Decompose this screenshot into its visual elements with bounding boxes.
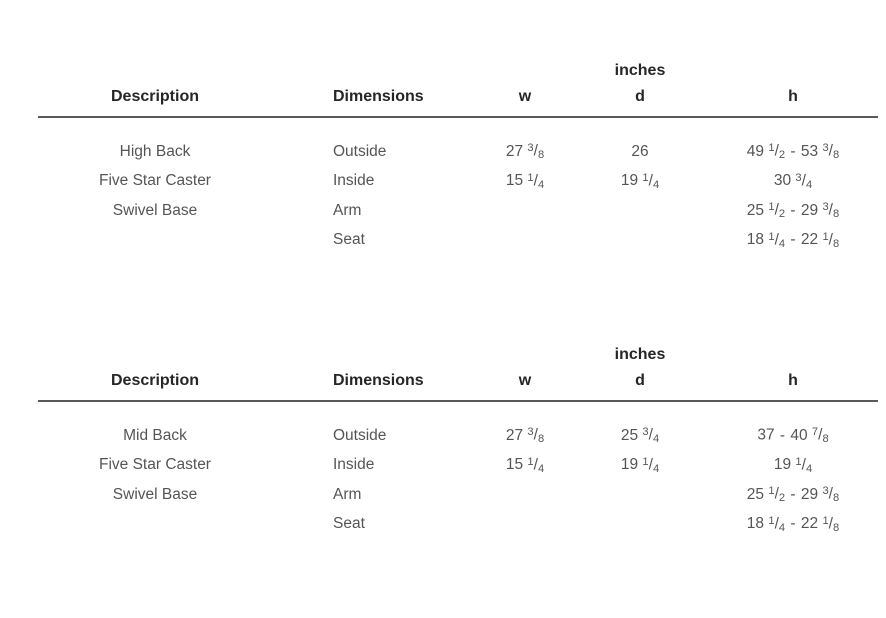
column-header-dimensions: Dimensions — [333, 88, 424, 105]
cell-dimension: Outside — [333, 142, 387, 160]
cell-dimension: Seat — [333, 231, 365, 249]
column-header-w: w — [518, 372, 532, 389]
table-row: Five Star Caster Inside 15 1/4 19 1/4 30 3/4 — [0, 172, 886, 202]
column-header-dimensions: Dimensions — [333, 372, 424, 389]
cell-w: 27 3/8 — [505, 426, 545, 446]
cell-description: Five Star Caster — [99, 456, 211, 474]
table-header-row: Description Dimensions w d h — [0, 372, 886, 400]
table-row: Swivel Base Arm 25 1/2 - 29 3/8 — [0, 201, 886, 231]
range-dash: - — [786, 485, 800, 503]
range-dash: - — [786, 142, 800, 160]
column-header-d: d — [635, 372, 645, 389]
table-header-row: Description Dimensions w d h — [0, 88, 886, 116]
cell-d: 19 1/4 — [620, 455, 660, 475]
cell-h: 19 1/4 — [773, 455, 813, 475]
cell-d: 19 1/4 — [620, 171, 660, 191]
cell-h: 37 - 40 7/8 — [757, 426, 829, 446]
column-header-w: w — [518, 88, 532, 105]
column-header-d: d — [635, 88, 645, 105]
table-body: Mid Back Outside 27 3/8 25 3/4 37 - 40 7/8 Fi… — [0, 402, 886, 544]
range-dash: - — [786, 515, 800, 533]
table-row: Seat 18 1/4 - 22 1/8 — [0, 231, 886, 261]
cell-h: 30 3/4 — [773, 171, 813, 191]
table-body: High Back Outside 27 3/8 26 49 1/2 - 53 3/8 F… — [0, 118, 886, 260]
cell-description: Swivel Base — [112, 201, 198, 219]
cell-dimension: Outside — [333, 426, 387, 444]
cell-w: 27 3/8 — [505, 142, 545, 162]
table-row: Five Star Caster Inside 15 1/4 19 1/4 19 1/4 — [0, 456, 886, 486]
cell-h: 18 1/4 - 22 1/8 — [746, 230, 840, 250]
unit-label: inches — [614, 346, 666, 363]
column-header-description: Description — [110, 372, 199, 389]
unit-row: inches — [0, 346, 886, 372]
cell-h: 25 1/2 - 29 3/8 — [746, 485, 840, 505]
cell-description: Mid Back — [123, 426, 187, 444]
table-row: Swivel Base Arm 25 1/2 - 29 3/8 — [0, 485, 886, 515]
cell-dimension: Arm — [333, 485, 362, 503]
column-header-h: h — [788, 372, 798, 389]
cell-h: 18 1/4 - 22 1/8 — [746, 514, 840, 534]
table-row: Seat 18 1/4 - 22 1/8 — [0, 515, 886, 545]
table-row: High Back Outside 27 3/8 26 49 1/2 - 53 3/8 — [0, 142, 886, 172]
unit-label: inches — [614, 62, 666, 79]
cell-dimension: Seat — [333, 515, 365, 533]
cell-h: 25 1/2 - 29 3/8 — [746, 201, 840, 221]
range-dash: - — [786, 231, 800, 249]
cell-w: 15 1/4 — [505, 171, 545, 191]
column-header-h: h — [788, 88, 798, 105]
cell-dimension: Inside — [333, 172, 375, 190]
unit-row: inches — [0, 62, 886, 88]
range-dash: - — [775, 426, 790, 444]
cell-description: Five Star Caster — [99, 172, 211, 190]
cell-d: 25 3/4 — [620, 426, 660, 446]
cell-description: High Back — [119, 142, 191, 160]
table-row: Mid Back Outside 27 3/8 25 3/4 37 - 40 7/8 — [0, 426, 886, 456]
spec-table-mid-back-chair: inches Description Dimensions w d h Mid Back Ou… — [0, 346, 886, 544]
cell-d: 26 — [631, 142, 649, 160]
cell-dimension: Inside — [333, 456, 375, 474]
spec-table-high-back-chair: inches Description Dimensions w d h High Back O… — [0, 62, 886, 260]
column-header-description: Description — [110, 88, 199, 105]
cell-dimension: Arm — [333, 201, 362, 219]
cell-w: 15 1/4 — [505, 455, 545, 475]
cell-description: Swivel Base — [112, 485, 198, 503]
cell-h: 49 1/2 - 53 3/8 — [746, 142, 840, 162]
range-dash: - — [786, 201, 800, 219]
